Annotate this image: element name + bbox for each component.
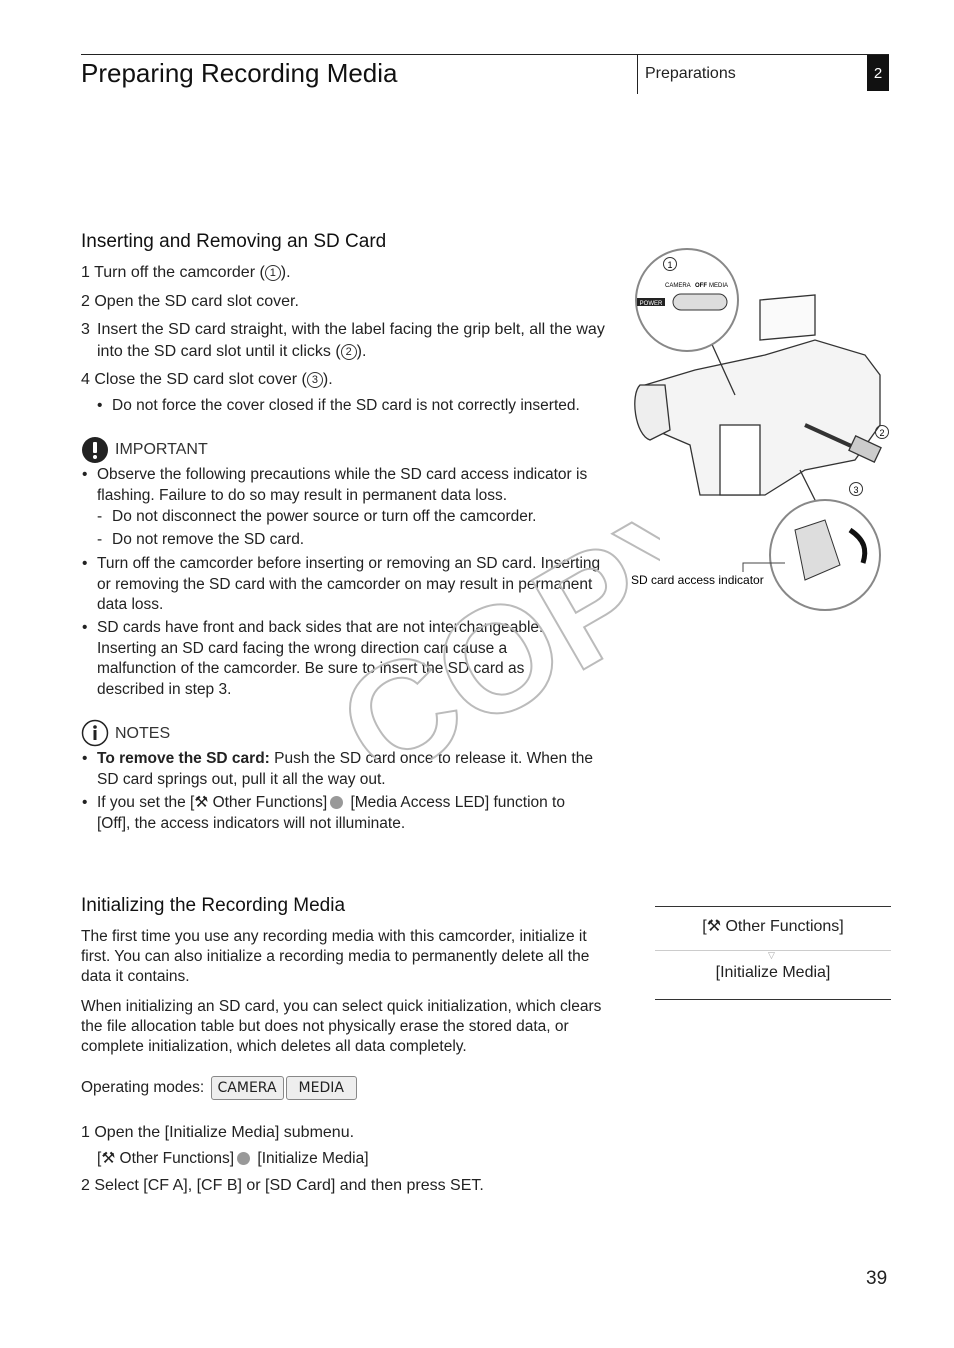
svg-text:2: 2 (879, 428, 884, 438)
init-step-1: 1 Open the [Initialize Media] submenu. (81, 1124, 355, 1141)
operating-modes: Operating modes: CAMERA MEDIA (81, 1076, 357, 1100)
wrench-icon: ⚒ (194, 794, 209, 811)
menu-item-initialize-media: [Initialize Media] (715, 964, 831, 981)
camcorder-illustration: POWER CAMERA OFF MEDIA 1 2 3 SD card acc… (631, 248, 889, 611)
notes-label: NOTES (115, 725, 171, 742)
note-item: • If you set the [⚒ Other Functions] [Med… (82, 794, 565, 832)
mode-media: MEDIA (285, 1076, 357, 1100)
step-2: 2 Open the SD card slot cover. (81, 293, 299, 310)
notes-icon (81, 719, 109, 747)
important-item: • Observe the following precautions while… (82, 466, 588, 504)
page-number: 39 (866, 1268, 888, 1289)
init-step-2: 2 Select [CF A], [CF B] or [SD Card] and… (81, 1177, 484, 1194)
section-label: Preparations (645, 65, 736, 82)
svg-text:OFF: OFF (695, 283, 707, 289)
init-para-1: The first time you use any recording med… (81, 928, 590, 985)
init-step-1-path: [⚒ Other Functions] [Initialize Media] (97, 1150, 369, 1167)
step-4: 4 Close the SD card slot cover (3). (81, 371, 333, 388)
arrow-circle-icon (237, 1152, 251, 1165)
menu-path-box: [⚒ Other Functions] ▽ [Initialize Media] (655, 906, 891, 1000)
svg-text:COPY: COPY (312, 520, 660, 760)
svg-text:CAMERA: CAMERA (665, 283, 691, 289)
copy-watermark: COPY (311, 520, 660, 760)
important-subitem: - Do not remove the SD card. (97, 531, 305, 548)
svg-text:MEDIA: MEDIA (709, 283, 728, 289)
svg-text:3: 3 (853, 485, 858, 495)
step-3: 3 Insert the SD card straight, with the l… (81, 321, 605, 360)
chapter-tab: 2 (867, 55, 889, 91)
mode-camera: CAMERA (210, 1076, 284, 1100)
wrench-icon: ⚒ (101, 1150, 116, 1167)
init-heading: Initializing the Recording Media (81, 895, 346, 916)
important-label: IMPORTANT (115, 441, 208, 458)
page-title: Preparing Recording Media (81, 58, 398, 88)
header-rule (81, 54, 889, 55)
menu-item-other-functions: [⚒ Other Functions] (702, 918, 844, 935)
manual-page: Preparing Recording Media Preparations 2… (0, 0, 954, 1348)
arrow-circle-icon (330, 796, 344, 809)
wrench-icon: ⚒ (706, 918, 722, 935)
header-divider (637, 54, 638, 94)
chevron-down-icon: ▽ (768, 950, 775, 960)
sd-heading: Inserting and Removing an SD Card (81, 231, 387, 252)
svg-text:1: 1 (667, 260, 672, 270)
init-para-2: When initializing an SD card, you can se… (81, 998, 602, 1055)
important-icon (82, 437, 108, 463)
power-label: POWER (640, 301, 663, 307)
step-4-note: • Do not force the cover closed if the SD… (97, 397, 580, 414)
step-1: 1 Turn off the camcorder (1). (81, 264, 291, 281)
